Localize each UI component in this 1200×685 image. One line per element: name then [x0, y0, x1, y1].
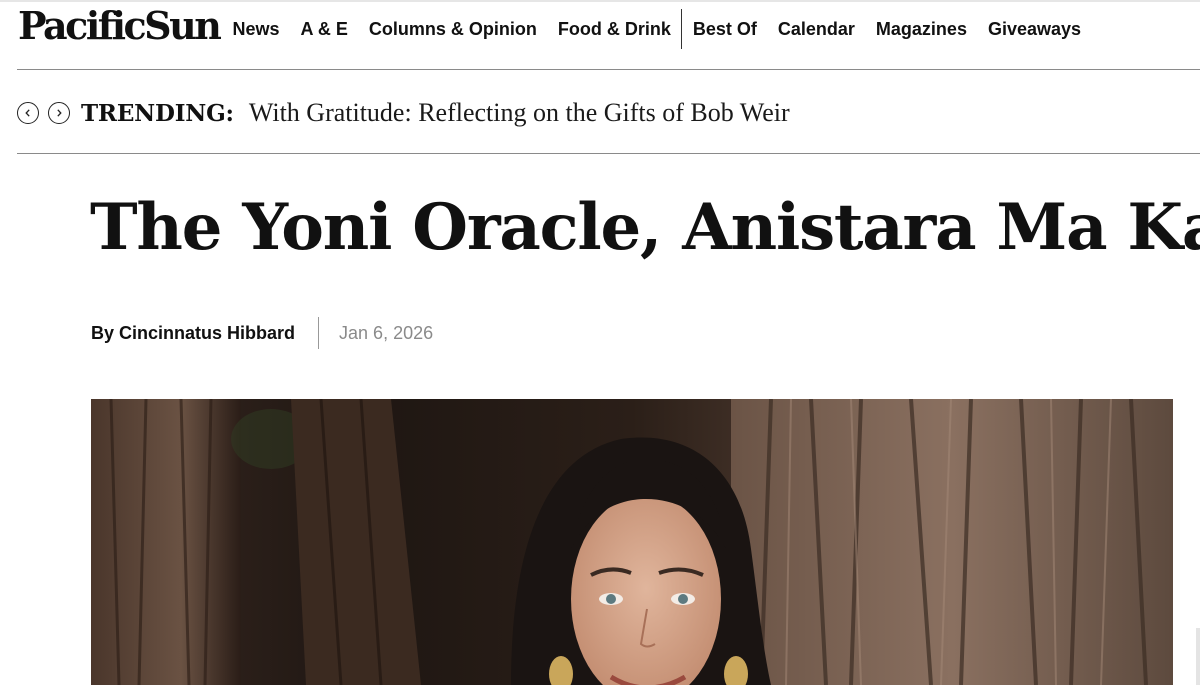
- trending-next-button[interactable]: [48, 102, 70, 124]
- main-nav: News A & E Columns & Opinion Food & Drin…: [222, 8, 1092, 50]
- author-link[interactable]: By Cincinnatus Hibbard: [91, 323, 295, 344]
- trending-prev-button[interactable]: [17, 102, 39, 124]
- hero-image: [91, 399, 1173, 685]
- publish-date: Jan 6, 2026: [339, 322, 434, 343]
- trending-headline-link[interactable]: With Gratitude: Reflecting on the Gifts …: [249, 98, 790, 128]
- chevron-left-icon: [25, 109, 30, 117]
- chevron-right-icon: [57, 109, 62, 117]
- site-logo[interactable]: PacificSun: [18, 2, 222, 50]
- nav-item-magazines[interactable]: Magazines: [865, 8, 977, 50]
- scroll-edge: [1196, 628, 1200, 685]
- nav-item-arts-entertainment[interactable]: A & E: [290, 8, 358, 50]
- trending-bar: TRENDING: With Gratitude: Reflecting on …: [17, 92, 790, 134]
- nav-item-columns-opinion[interactable]: Columns & Opinion: [358, 8, 547, 50]
- site-header: PacificSun News A & E Columns & Opinion …: [0, 0, 1200, 70]
- byline-divider: [318, 317, 320, 349]
- nav-item-giveaways[interactable]: Giveaways: [977, 8, 1091, 50]
- nav-item-food-drink[interactable]: Food & Drink: [547, 8, 681, 50]
- byline: By Cincinnatus Hibbard Jan 6, 2026: [91, 316, 433, 350]
- trending-label: TRENDING:: [81, 99, 234, 127]
- nav-item-calendar[interactable]: Calendar: [767, 8, 865, 50]
- trending-divider: [17, 153, 1200, 154]
- nav-item-news[interactable]: News: [222, 8, 290, 50]
- article-title: The Yoni Oracle, Anistara Ma Ka: [90, 190, 1200, 265]
- nav-item-best-of[interactable]: Best Of: [682, 8, 767, 50]
- header-divider: [17, 69, 1200, 70]
